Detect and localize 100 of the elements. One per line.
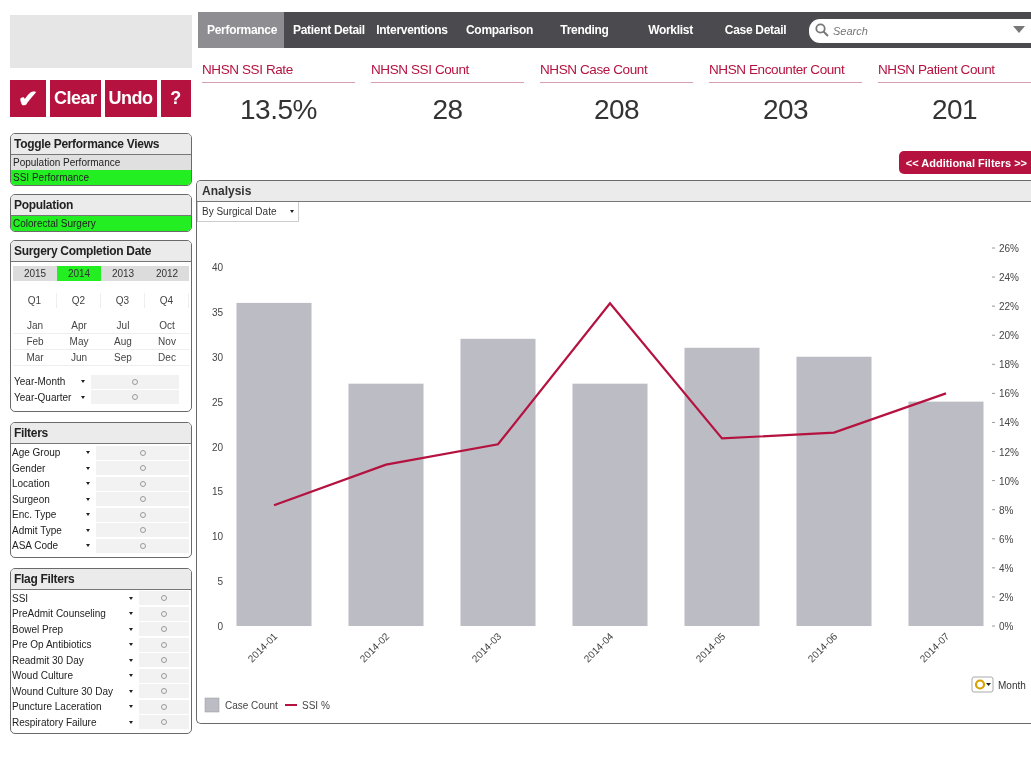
filter-field[interactable] — [96, 492, 189, 507]
quarter-option[interactable]: Q4 — [145, 293, 189, 308]
kpi-value: 28 — [431, 93, 464, 128]
caret-icon[interactable] — [129, 627, 133, 631]
year-tab[interactable]: 2014 — [57, 266, 101, 281]
filter-field[interactable] — [139, 606, 189, 621]
search-field[interactable]: Search — [809, 19, 1031, 43]
nav-tab[interactable]: Trending — [542, 12, 627, 48]
filter-label: Wound Culture 30 Day — [11, 684, 114, 699]
month-option[interactable]: Feb — [13, 334, 57, 350]
quarter-option[interactable]: Q2 — [57, 293, 101, 308]
caret-icon[interactable] — [129, 689, 133, 693]
axis-label: 22% — [999, 301, 1019, 313]
nav-tab[interactable]: Patient Detail — [284, 12, 367, 48]
filter-label: Respiratory Failure — [11, 715, 98, 730]
nav-tab[interactable]: Case Detail — [714, 12, 797, 48]
month-option[interactable]: Oct — [145, 318, 189, 334]
year-tab[interactable]: 2013 — [101, 266, 145, 281]
caret-icon[interactable] — [129, 596, 133, 600]
list-item[interactable]: Colorectal Surgery — [11, 216, 191, 231]
filter-field[interactable] — [96, 445, 189, 460]
filter-field[interactable] — [96, 461, 189, 476]
kpi-label: NHSN SSI Rate — [202, 60, 355, 84]
legend-label: Case Count — [225, 700, 278, 712]
panel-title: Filters — [11, 423, 191, 444]
caret-icon[interactable] — [86, 513, 90, 517]
additional-filters-button[interactable]: << Additional Filters >> — [898, 151, 1031, 175]
kpi-label: NHSN SSI Count — [371, 60, 524, 84]
search-icon — [815, 23, 829, 37]
list-item[interactable]: Population Performance — [11, 155, 191, 170]
dimension-label: Month — [998, 680, 1026, 692]
filter-label: Admit Type — [11, 523, 63, 538]
dropdown-caret-icon[interactable] — [1013, 26, 1025, 34]
kpi-value: 201 — [930, 93, 979, 128]
axis-label: 5 — [217, 576, 223, 588]
month-option[interactable]: Aug — [101, 334, 145, 350]
caret-icon[interactable] — [129, 720, 133, 724]
caret-icon[interactable] — [81, 380, 85, 384]
filter-field[interactable] — [139, 637, 189, 652]
filter-field[interactable] — [96, 538, 189, 553]
nav-tab[interactable]: Interventions — [367, 12, 457, 48]
caret-icon[interactable] — [129, 705, 133, 709]
toolbar-button[interactable]: Undo — [104, 80, 157, 117]
quarter-option[interactable]: Q1 — [13, 293, 57, 308]
caret-icon[interactable] — [86, 451, 90, 455]
nav-tab[interactable]: Worklist — [627, 12, 714, 48]
list-item[interactable]: SSI Performance — [11, 170, 191, 185]
kpi-value: 208 — [592, 93, 641, 128]
caret-icon[interactable] — [129, 658, 133, 662]
month-option[interactable]: Sep — [101, 350, 145, 366]
caret-icon[interactable] — [86, 544, 90, 548]
month-option[interactable]: Jan — [13, 318, 57, 334]
filter-field[interactable] — [139, 715, 189, 730]
confirm-button[interactable]: ✔ — [10, 80, 46, 117]
year-tab[interactable]: 2015 — [13, 266, 57, 281]
panel-title: Population — [11, 195, 191, 216]
axis-label: 35 — [211, 307, 223, 319]
caret-icon[interactable] — [81, 395, 85, 399]
filter-label: Enc. Type — [11, 508, 58, 523]
axis-label: 20 — [211, 441, 223, 453]
filter-field[interactable] — [96, 476, 189, 491]
axis-label: 40 — [211, 262, 223, 274]
filter-field[interactable] — [139, 591, 189, 606]
month-option[interactable]: Jul — [101, 318, 145, 334]
filter-field[interactable] — [139, 699, 189, 714]
panel-title: Analysis — [197, 181, 1031, 203]
dropdown[interactable]: By Surgical Date — [197, 202, 299, 223]
filter-field[interactable] — [139, 684, 189, 699]
filter-field[interactable] — [96, 507, 189, 522]
filter-field[interactable] — [139, 622, 189, 637]
quarter-option[interactable]: Q3 — [101, 293, 145, 308]
kpi-label: NHSN Case Count — [540, 60, 693, 84]
filter-field[interactable] — [91, 390, 179, 405]
nav-tab[interactable]: Comparison — [457, 12, 542, 48]
caret-icon[interactable] — [86, 528, 90, 532]
caret-icon[interactable] — [129, 643, 133, 647]
caret-icon[interactable] — [86, 497, 90, 501]
kpi-label: NHSN Patient Count — [878, 60, 1031, 84]
month-option[interactable]: Apr — [57, 318, 101, 334]
legend-swatch — [284, 704, 298, 707]
month-option[interactable]: Dec — [145, 350, 189, 366]
axis-label: 0 — [217, 621, 223, 633]
month-option[interactable]: Jun — [57, 350, 101, 366]
filter-field[interactable] — [96, 523, 189, 538]
caret-icon[interactable] — [129, 674, 133, 678]
cycle-icon[interactable] — [971, 676, 994, 693]
month-option[interactable]: Mar — [13, 350, 57, 366]
year-tab[interactable]: 2012 — [145, 266, 189, 281]
month-option[interactable]: Nov — [145, 334, 189, 350]
month-option[interactable]: May — [57, 334, 101, 350]
axis-label: 12% — [999, 446, 1019, 458]
toolbar-button[interactable]: Clear — [50, 80, 101, 117]
filter-field[interactable] — [91, 374, 179, 389]
toolbar-button[interactable]: ? — [160, 80, 191, 117]
panel-title: Flag Filters — [11, 568, 191, 590]
caret-icon[interactable] — [86, 482, 90, 486]
caret-icon[interactable] — [86, 466, 90, 470]
filter-field[interactable] — [139, 668, 189, 683]
filter-field[interactable] — [139, 653, 189, 668]
caret-icon[interactable] — [129, 612, 133, 616]
